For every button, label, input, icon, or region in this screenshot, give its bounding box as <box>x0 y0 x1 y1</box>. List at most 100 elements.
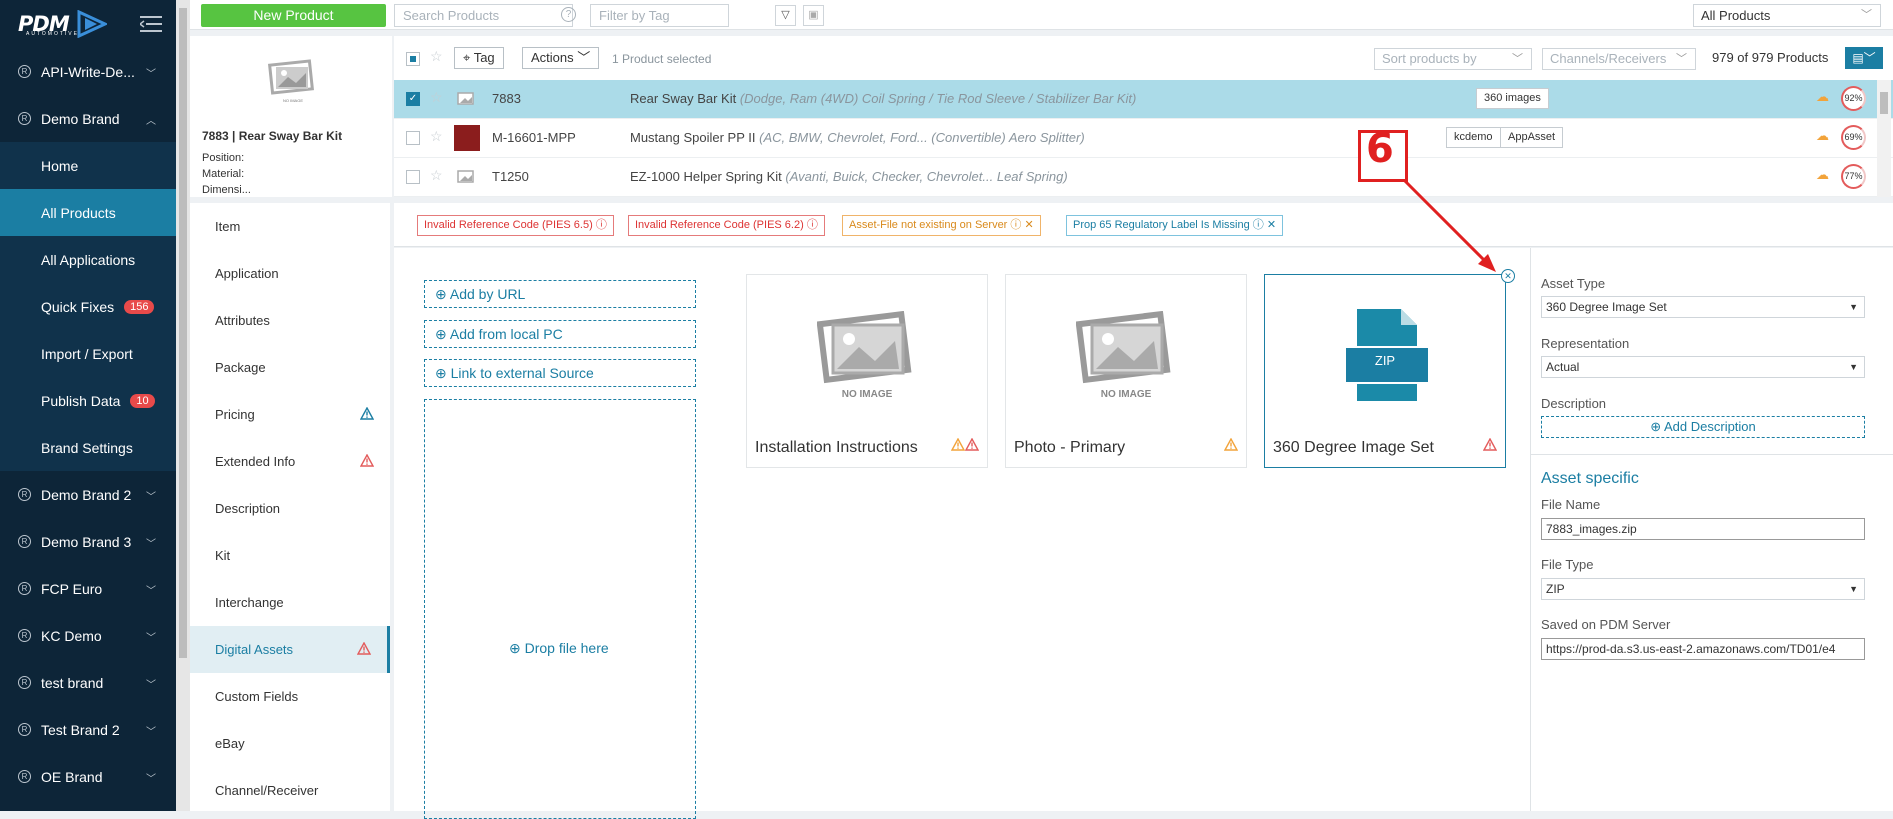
sidebar-item-all-applications[interactable]: All Applications <box>0 236 176 283</box>
sidebar-item-demo-brand-3[interactable]: R Demo Brand 3 ﹀ <box>0 518 176 565</box>
add-from-local-button[interactable]: ⊕ Add from local PC <box>424 320 696 348</box>
filter-icon[interactable]: ▽ <box>775 5 796 26</box>
chevron-down-icon[interactable]: ﹀ <box>146 488 156 503</box>
sidebar-item-oe-brand[interactable]: R OE Brand ﹀ <box>0 753 176 800</box>
new-product-button[interactable]: New Product <box>201 4 386 27</box>
tab-package[interactable]: Package <box>190 344 390 391</box>
sidebar-item-fcp-euro[interactable]: R FCP Euro ﹀ <box>0 565 176 612</box>
sidebar-item-demo-brand-2[interactable]: R Demo Brand 2 ﹀ <box>0 471 176 518</box>
chevron-down-icon[interactable]: ﹀ <box>146 676 156 691</box>
tab-label: Digital Assets <box>215 642 294 657</box>
tab-attributes[interactable]: Attributes <box>190 297 390 344</box>
row-checkbox[interactable] <box>406 170 420 184</box>
tag-button[interactable]: ⌖ Tag <box>454 47 504 69</box>
view-toggle-button[interactable]: ▤﹀ <box>1845 47 1883 69</box>
representation-select[interactable]: Actual ▼ <box>1541 356 1865 378</box>
file-type-value: ZIP <box>1546 582 1565 596</box>
asset-card[interactable]: ZIP 360 Degree Image Set <box>1264 274 1506 468</box>
sidebar-item-test-brand[interactable]: Rtest brand ﹀ <box>0 659 176 706</box>
sidebar-item-publish-data[interactable]: Publish Data 10 <box>0 377 176 424</box>
tab-pricing[interactable]: Pricing <box>190 391 390 438</box>
close-icon[interactable]: ✕ <box>1267 219 1276 231</box>
alert-badge[interactable]: Invalid Reference Code (PIES 6.5) ⓘ <box>417 215 614 236</box>
product-row[interactable]: ☆ T1250 EZ-1000 Helper Spring Kit (Avanti,… <box>394 158 1893 197</box>
sidebar-item-kc-demo[interactable]: R KC Demo ﹀ <box>0 612 176 659</box>
alert-badge[interactable]: Invalid Reference Code (PIES 6.2) ⓘ <box>628 215 825 236</box>
chevron-up-icon[interactable]: ︿ <box>146 112 156 127</box>
file-type-select[interactable]: ZIP ▼ <box>1541 578 1865 600</box>
product-tag[interactable]: kcdemo <box>1446 127 1501 148</box>
product-list-scrollbar[interactable] <box>1877 80 1891 197</box>
chevron-down-icon[interactable]: ﹀ <box>146 535 156 550</box>
save-filter-icon[interactable]: ▣ <box>803 5 824 26</box>
tab-item[interactable]: Item <box>190 203 390 250</box>
favorite-star-icon[interactable]: ☆ <box>430 48 443 65</box>
actions-button[interactable]: Actions ﹀ <box>522 47 600 69</box>
asset-card[interactable]: NO IMAGE Photo - Primary <box>1005 274 1247 468</box>
tab-application[interactable]: Application <box>190 250 390 297</box>
favorite-star-icon[interactable]: ☆ <box>430 128 443 145</box>
search-products-input[interactable]: Search Products <box>394 4 573 27</box>
product-sku: M-16601-MPP <box>492 130 576 145</box>
chevron-down-icon[interactable]: ﹀ <box>146 770 156 785</box>
favorite-star-icon[interactable]: ☆ <box>430 167 443 184</box>
file-name-input[interactable]: 7883_images.zip <box>1541 518 1865 540</box>
tab-ebay[interactable]: eBay <box>190 720 390 767</box>
product-name-text: Rear Sway Bar Kit <box>630 91 737 106</box>
sidebar-item-quick-fixes[interactable]: Quick Fixes 156 <box>0 283 176 330</box>
all-products-select[interactable]: All Products ﹀ <box>1693 4 1881 27</box>
favorite-star-icon[interactable]: ☆ <box>430 89 443 106</box>
drop-file-zone[interactable]: ⊕ Drop file here <box>424 399 696 819</box>
asset-card[interactable]: NO IMAGE Installation Instructions <box>746 274 988 468</box>
sidebar-item-api-write-de[interactable]: R API-Write-De... ﹀ <box>0 48 176 95</box>
sidebar-item-brand-settings[interactable]: Brand Settings <box>0 424 176 471</box>
tab-label: Item <box>215 219 241 234</box>
sidebar-scrollbar[interactable] <box>176 0 190 811</box>
select-all-checkbox[interactable] <box>406 52 420 66</box>
tab-interchange[interactable]: Interchange <box>190 579 390 626</box>
row-checkbox[interactable]: ✓ <box>406 92 420 106</box>
close-icon[interactable]: ✕ <box>1024 219 1033 231</box>
tab-description[interactable]: Description <box>190 485 390 532</box>
tab-digital-assets[interactable]: Digital Assets <box>190 626 390 673</box>
sidebar-item-all-products[interactable]: All Products <box>0 189 176 236</box>
filter-by-tag-input[interactable]: Filter by Tag <box>590 4 729 27</box>
sidebar-item-test-brand-2[interactable]: R Test Brand 2 ﹀ <box>0 706 176 753</box>
product-tag[interactable]: 360 images <box>1476 88 1549 109</box>
alert-text: Asset-File not existing on Server <box>849 219 1008 231</box>
sidebar-item-import-export[interactable]: Import / Export <box>0 330 176 377</box>
channels-receivers-select[interactable]: Channels/Receivers ﹀ <box>1542 48 1696 70</box>
product-row[interactable]: ✓ ☆ 7883 Rear Sway Bar Kit (Dodge, Ram (4WD… <box>394 80 1893 119</box>
sidebar-item-label: Publish Data <box>41 392 121 409</box>
alert-badge[interactable]: Asset-File not existing on Server ⓘ ✕ <box>842 215 1041 236</box>
saved-on-server-label: Saved on PDM Server <box>1541 617 1671 632</box>
row-checkbox[interactable] <box>406 131 420 145</box>
chevron-down-icon[interactable]: ﹀ <box>146 65 156 80</box>
product-row[interactable]: ☆ M-16601-MPP Mustang Spoiler PP II (AC, B… <box>394 119 1893 158</box>
add-by-url-button[interactable]: ⊕ Add by URL <box>424 280 696 308</box>
tab-channel-receiver[interactable]: Channel/Receiver <box>190 767 390 814</box>
no-image-icon <box>457 92 474 105</box>
add-description-button[interactable]: ⊕ Add Description <box>1541 416 1865 438</box>
menu-collapse-icon[interactable] <box>140 15 162 33</box>
tab-custom-fields[interactable]: Custom Fields <box>190 673 390 720</box>
chevron-down-icon[interactable]: ﹀ <box>146 723 156 738</box>
sort-products-select[interactable]: Sort products by ﹀ <box>1374 48 1532 70</box>
plus-circle-icon: ⊕ <box>435 326 450 342</box>
tab-extended-info[interactable]: Extended Info <box>190 438 390 485</box>
registered-icon: R <box>18 112 31 125</box>
close-circle-icon[interactable]: ✕ <box>1501 269 1515 283</box>
product-detail: (Avanti, Buick, Checker, Chevrolet... Le… <box>785 169 1068 184</box>
file-name-label: File Name <box>1541 497 1601 512</box>
help-icon[interactable]: ? <box>561 7 576 22</box>
chevron-down-icon[interactable]: ﹀ <box>146 582 156 597</box>
chevron-down-icon[interactable]: ﹀ <box>146 629 156 644</box>
link-external-source-button[interactable]: ⊕ Link to external Source <box>424 359 696 387</box>
sidebar-item-home[interactable]: Home <box>0 142 176 189</box>
product-tag[interactable]: AppAsset <box>1500 127 1564 148</box>
asset-type-select[interactable]: 360 Degree Image Set ▼ <box>1541 296 1865 318</box>
alert-badge[interactable]: Prop 65 Regulatory Label Is Missing ⓘ ✕ <box>1066 215 1284 236</box>
tab-kit[interactable]: Kit <box>190 532 390 579</box>
sidebar-item-demo-brand[interactable]: R Demo Brand ︿ <box>0 95 176 142</box>
saved-url-input[interactable]: https://prod-da.s3.us-east-2.amazonaws.c… <box>1541 638 1865 660</box>
